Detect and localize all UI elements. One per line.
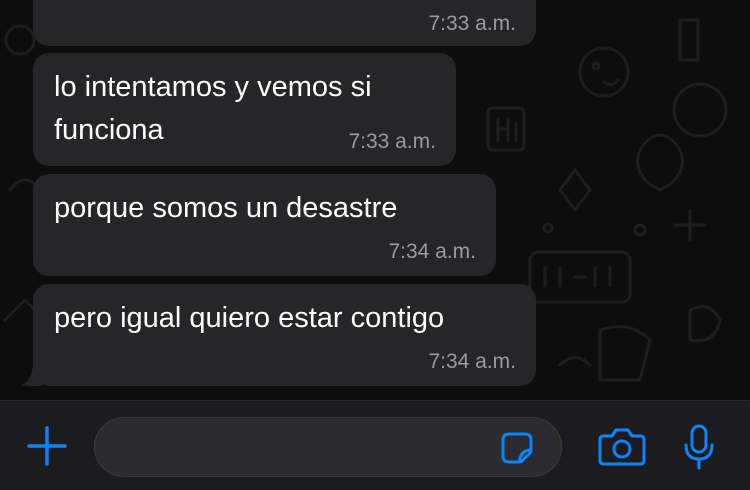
message-timestamp: 7:34 a.m. <box>388 240 476 263</box>
camera-button[interactable] <box>596 423 648 469</box>
message-input[interactable] <box>115 418 499 478</box>
message-timestamp: 7:34 a.m. <box>428 350 516 373</box>
message-text: porque somos un desastre <box>54 192 398 224</box>
message-field[interactable] <box>94 417 562 478</box>
add-attachment-button[interactable] <box>24 421 70 471</box>
message-text: funciona <box>54 114 164 146</box>
message-bubble[interactable]: 7:33 a.m. <box>33 0 536 46</box>
bubble-tail <box>22 362 42 386</box>
message-timestamp: 7:33 a.m. <box>428 12 516 35</box>
message-text: lo intentamos y vemos si <box>54 71 372 103</box>
voice-message-button[interactable] <box>676 421 722 473</box>
plus-icon <box>27 426 67 466</box>
message-bubble[interactable]: lo intentamos y vemos si funciona 7:33 a… <box>33 53 456 166</box>
message-bubble[interactable]: porque somos un desastre 7:34 a.m. <box>33 174 496 276</box>
microphone-icon <box>684 424 714 470</box>
sticker-icon <box>501 432 533 464</box>
message-text: pero igual quiero estar contigo <box>54 302 445 334</box>
message-input-bar <box>0 400 750 490</box>
message-timestamp: 7:33 a.m. <box>348 130 436 153</box>
message-bubble[interactable]: pero igual quiero estar contigo 7:34 a.m… <box>33 284 536 386</box>
sticker-button[interactable] <box>497 428 537 468</box>
chat-area[interactable]: 7:33 a.m. lo intentamos y vemos si funci… <box>0 0 750 400</box>
camera-icon <box>598 428 646 466</box>
